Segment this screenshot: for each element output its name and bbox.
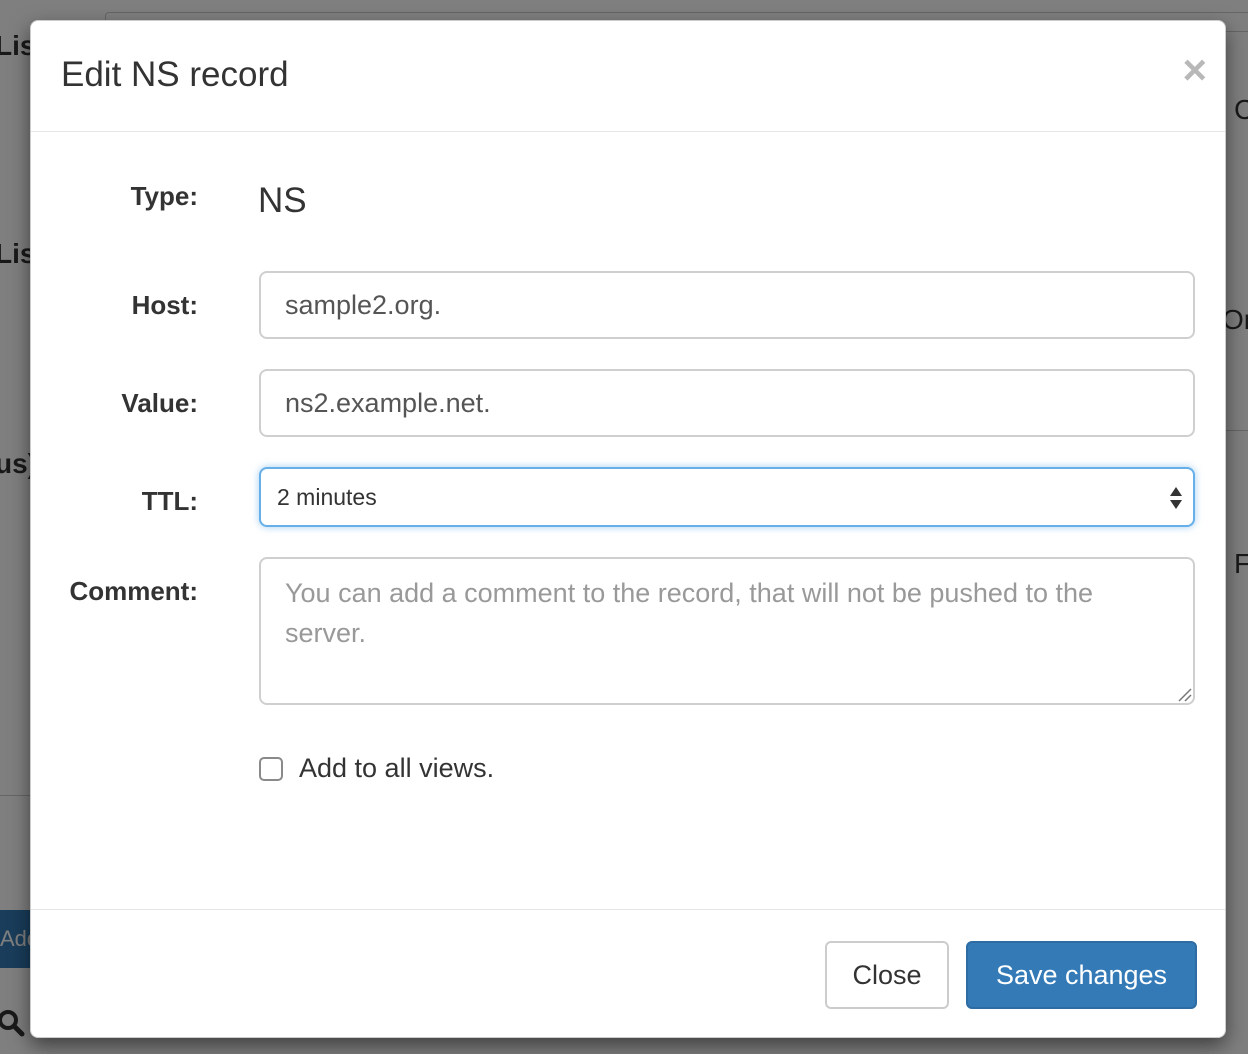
add-to-all-views-label[interactable]: Add to all views. <box>299 753 494 784</box>
comment-textarea[interactable] <box>259 557 1195 705</box>
modal-header: Edit NS record × <box>31 21 1225 132</box>
value-label: Value: <box>121 388 198 418</box>
modal-title: Edit NS record <box>61 55 289 94</box>
host-input[interactable] <box>259 271 1195 339</box>
value-input[interactable] <box>259 369 1195 437</box>
type-label: Type: <box>130 181 198 211</box>
select-arrows-icon <box>1170 487 1182 509</box>
close-icon[interactable]: × <box>1182 49 1207 91</box>
ttl-label: TTL: <box>141 486 198 516</box>
resize-grip-icon[interactable] <box>1176 686 1192 702</box>
save-changes-button[interactable]: Save changes <box>966 941 1197 1009</box>
type-value: NS <box>258 181 307 220</box>
close-button[interactable]: Close <box>825 941 949 1009</box>
ttl-selected-value: 2 minutes <box>277 484 377 510</box>
modal-footer-divider <box>31 909 1225 910</box>
comment-label: Comment: <box>69 576 198 606</box>
add-to-all-views-checkbox[interactable] <box>259 757 283 781</box>
ttl-select[interactable]: 2 minutes <box>259 467 1195 527</box>
host-label: Host: <box>131 290 198 320</box>
edit-record-modal: Edit NS record × Type: NS Host: Value: T… <box>30 20 1226 1038</box>
